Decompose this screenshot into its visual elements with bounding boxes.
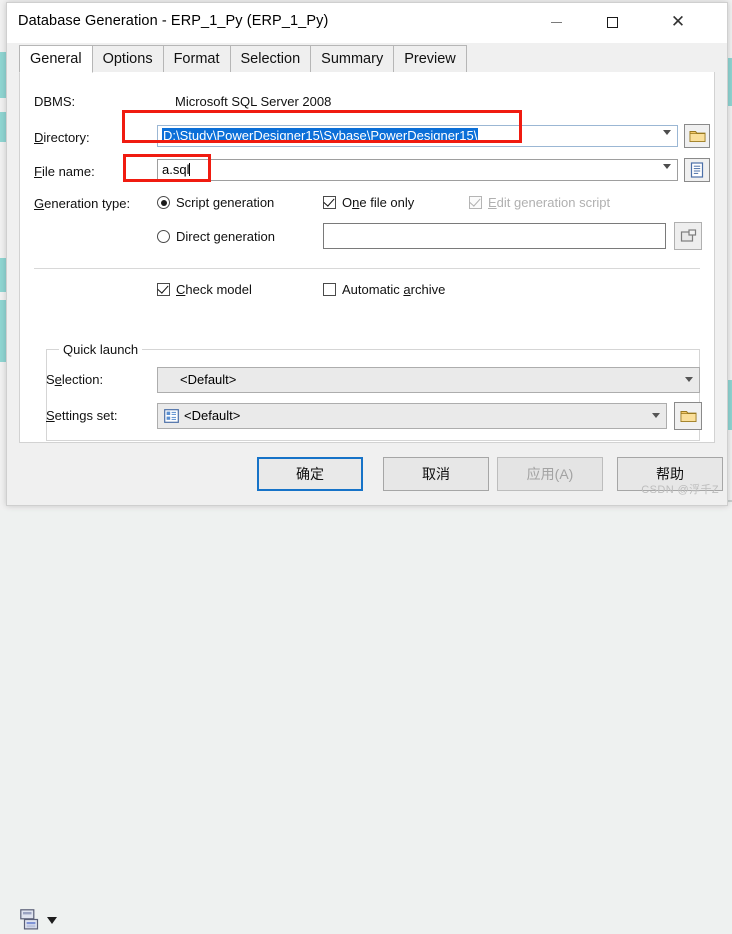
directory-label: Directory: [34,130,90,145]
tab-options-label: Options [102,51,153,67]
apply-button: 应用(A) [497,457,603,491]
folder-icon [689,131,705,142]
settings-set-combobox[interactable]: <Default> [157,403,667,429]
close-icon: ✕ [670,12,686,31]
tab-options[interactable]: Options [91,45,164,72]
red-box-filename [123,154,211,182]
ok-button[interactable]: 确定 [257,457,363,491]
dbms-value: Microsoft SQL Server 2008 [175,94,332,109]
chevron-down-icon[interactable] [652,413,660,418]
dbms-label: DBMS: [34,94,76,109]
settings-set-label: Settings set: [46,408,118,423]
save-stack-icon[interactable] [20,909,40,931]
tab-summary-label: Summary [321,51,384,67]
window-title: Database Generation - ERP_1_Py (ERP_1_Py… [18,13,329,29]
script-generation-label[interactable]: Script generation [176,195,274,210]
direct-connection-input[interactable] [323,223,666,249]
check-model-label[interactable]: Check model [176,282,252,297]
cancel-button[interactable]: 取消 [383,457,489,491]
selection-value: <Default> [180,372,237,387]
filename-browse-button[interactable] [684,158,710,182]
tab-preview-label: Preview [404,51,456,67]
dialog-button-bar: 确定 取消 应用(A) 帮助 [7,443,727,930]
directory-browse-button[interactable] [684,124,710,148]
folder-icon [680,411,696,422]
tab-general-label: General [30,51,82,67]
tab-format[interactable]: Format [162,45,231,72]
generation-type-label: Generation type: [34,196,131,211]
database-generation-dialog: Database Generation - ERP_1_Py (ERP_1_Py… [6,2,728,930]
tab-format-label: Format [173,51,220,67]
edit-generation-script-label: Edit generation script [488,195,611,210]
chevron-down-icon[interactable] [663,164,671,169]
settings-set-value: <Default> [184,408,241,423]
maximize-icon [606,16,618,28]
filename-label: File name: [34,164,95,179]
maximize-button[interactable] [589,3,635,41]
chevron-down-icon[interactable] [47,917,57,924]
title-bar[interactable]: Database Generation - ERP_1_Py (ERP_1_Py… [7,3,727,43]
close-button[interactable]: ✕ [655,3,701,41]
tab-selection-label: Selection [240,51,301,67]
document-icon [690,162,704,178]
edit-generation-script-checkbox [469,196,482,209]
one-file-only-checkbox[interactable] [323,196,336,209]
tab-summary[interactable]: Summary [310,45,395,72]
direct-generation-label[interactable]: Direct generation [176,229,275,244]
settings-set-browse-button[interactable] [674,402,702,430]
direct-connection-browse-button [674,222,702,250]
database-connect-icon [680,228,696,242]
chevron-down-icon[interactable] [685,377,693,382]
section-divider [34,268,700,269]
quick-launch-group-title: Quick launch [59,342,143,357]
direct-generation-radio[interactable] [157,230,170,243]
tab-selection[interactable]: Selection [229,45,312,72]
tab-preview[interactable]: Preview [393,45,467,72]
watermark: CSDN @浮千Z [641,484,719,496]
settings-list-icon [164,409,179,426]
filename-combobox[interactable]: a.sql [157,159,678,181]
red-box-directory [122,110,522,143]
minimize-icon [550,21,562,23]
automatic-archive-label[interactable]: Automatic archive [342,282,445,297]
tab-general[interactable]: General [19,45,93,73]
minimize-button[interactable] [533,3,579,41]
check-model-checkbox[interactable] [157,283,170,296]
chevron-down-icon[interactable] [663,130,671,135]
selection-label: Selection: [46,372,104,387]
tab-strip: General Options Format Selection Summary… [19,45,715,74]
selection-combobox[interactable]: <Default> [157,367,700,393]
script-generation-radio[interactable] [157,196,170,209]
one-file-only-label[interactable]: One file only [342,195,414,210]
automatic-archive-checkbox[interactable] [323,283,336,296]
